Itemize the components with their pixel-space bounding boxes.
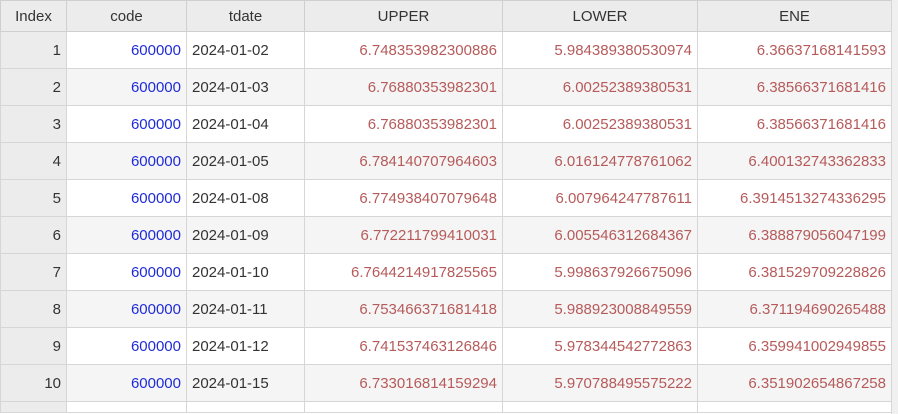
tdate-cell[interactable]: 2024-01-11 xyxy=(186,290,305,328)
row-index-cell: 8 xyxy=(0,290,67,328)
code-cell[interactable]: 600000 xyxy=(66,290,187,328)
table-row[interactable]: 7 600000 2024-01-10 6.7644214917825565 5… xyxy=(0,253,892,291)
lower-cell[interactable]: 5.988923008849559 xyxy=(502,290,698,328)
upper-cell xyxy=(304,401,503,413)
tdate-cell[interactable]: 2024-01-10 xyxy=(186,253,305,291)
tdate-cell[interactable]: 2024-01-04 xyxy=(186,105,305,143)
ene-cell xyxy=(697,401,892,413)
ene-cell[interactable]: 6.3914513274336295 xyxy=(697,179,892,217)
code-cell[interactable]: 600000 xyxy=(66,31,187,69)
tdate-cell[interactable]: 2024-01-02 xyxy=(186,31,305,69)
table-row[interactable]: 4 600000 2024-01-05 6.784140707964603 6.… xyxy=(0,142,892,180)
row-index-cell: 2 xyxy=(0,68,67,106)
upper-cell[interactable]: 6.76880353982301 xyxy=(304,105,503,143)
column-header-upper[interactable]: UPPER xyxy=(304,0,503,32)
upper-cell[interactable]: 6.774938407079648 xyxy=(304,179,503,217)
lower-cell[interactable]: 5.970788495575222 xyxy=(502,364,698,402)
code-cell[interactable]: 600000 xyxy=(66,216,187,254)
table-row[interactable]: 5 600000 2024-01-08 6.774938407079648 6.… xyxy=(0,179,892,217)
upper-cell[interactable]: 6.733016814159294 xyxy=(304,364,503,402)
column-header-index[interactable]: Index xyxy=(0,0,67,32)
table-row-partial xyxy=(0,401,892,413)
ene-cell[interactable]: 6.388879056047199 xyxy=(697,216,892,254)
tdate-cell xyxy=(186,401,305,413)
ene-cell[interactable]: 6.38566371681416 xyxy=(697,68,892,106)
column-header-lower[interactable]: LOWER xyxy=(502,0,698,32)
row-index-cell: 4 xyxy=(0,142,67,180)
lower-cell[interactable]: 6.00252389380531 xyxy=(502,105,698,143)
code-cell[interactable]: 600000 xyxy=(66,253,187,291)
lower-cell[interactable]: 6.005546312684367 xyxy=(502,216,698,254)
table-row[interactable]: 6 600000 2024-01-09 6.772211799410031 6.… xyxy=(0,216,892,254)
table-row[interactable]: 8 600000 2024-01-11 6.753466371681418 5.… xyxy=(0,290,892,328)
lower-cell[interactable]: 6.00252389380531 xyxy=(502,68,698,106)
tdate-cell[interactable]: 2024-01-15 xyxy=(186,364,305,402)
table-row[interactable]: 3 600000 2024-01-04 6.76880353982301 6.0… xyxy=(0,105,892,143)
row-index-cell xyxy=(0,401,67,413)
code-cell[interactable]: 600000 xyxy=(66,327,187,365)
header-row: Index code tdate UPPER LOWER ENE xyxy=(0,0,892,32)
lower-cell[interactable]: 5.978344542772863 xyxy=(502,327,698,365)
row-index-cell: 6 xyxy=(0,216,67,254)
tdate-cell[interactable]: 2024-01-12 xyxy=(186,327,305,365)
row-index-cell: 3 xyxy=(0,105,67,143)
table-row[interactable]: 1 600000 2024-01-02 6.748353982300886 5.… xyxy=(0,31,892,69)
column-header-tdate[interactable]: tdate xyxy=(186,0,305,32)
ene-cell[interactable]: 6.371194690265488 xyxy=(697,290,892,328)
lower-cell[interactable]: 5.984389380530974 xyxy=(502,31,698,69)
ene-cell[interactable]: 6.38566371681416 xyxy=(697,105,892,143)
row-index-cell: 5 xyxy=(0,179,67,217)
ene-cell[interactable]: 6.400132743362833 xyxy=(697,142,892,180)
lower-cell[interactable]: 6.016124778761062 xyxy=(502,142,698,180)
vertical-scrollbar[interactable] xyxy=(891,0,898,414)
column-header-ene[interactable]: ENE xyxy=(697,0,892,32)
tdate-cell[interactable]: 2024-01-09 xyxy=(186,216,305,254)
tdate-cell[interactable]: 2024-01-03 xyxy=(186,68,305,106)
lower-cell xyxy=(502,401,698,413)
code-cell[interactable]: 600000 xyxy=(66,179,187,217)
tdate-cell[interactable]: 2024-01-05 xyxy=(186,142,305,180)
ene-cell[interactable]: 6.381529709228826 xyxy=(697,253,892,291)
upper-cell[interactable]: 6.784140707964603 xyxy=(304,142,503,180)
code-cell[interactable]: 600000 xyxy=(66,142,187,180)
row-index-cell: 7 xyxy=(0,253,67,291)
row-index-cell: 9 xyxy=(0,327,67,365)
ene-cell[interactable]: 6.36637168141593 xyxy=(697,31,892,69)
table-row[interactable]: 9 600000 2024-01-12 6.741537463126846 5.… xyxy=(0,327,892,365)
upper-cell[interactable]: 6.7644214917825565 xyxy=(304,253,503,291)
ene-cell[interactable]: 6.359941002949855 xyxy=(697,327,892,365)
table-row[interactable]: 2 600000 2024-01-03 6.76880353982301 6.0… xyxy=(0,68,892,106)
code-cell[interactable]: 600000 xyxy=(66,68,187,106)
code-cell[interactable]: 600000 xyxy=(66,105,187,143)
upper-cell[interactable]: 6.772211799410031 xyxy=(304,216,503,254)
data-grid: Index code tdate UPPER LOWER ENE 1 60000… xyxy=(0,0,898,414)
row-index-cell: 1 xyxy=(0,31,67,69)
code-cell[interactable]: 600000 xyxy=(66,364,187,402)
column-header-code[interactable]: code xyxy=(66,0,187,32)
lower-cell[interactable]: 5.998637926675096 xyxy=(502,253,698,291)
results-table: Index code tdate UPPER LOWER ENE 1 60000… xyxy=(0,0,892,413)
lower-cell[interactable]: 6.007964247787611 xyxy=(502,179,698,217)
table-row[interactable]: 10 600000 2024-01-15 6.733016814159294 5… xyxy=(0,364,892,402)
row-index-cell: 10 xyxy=(0,364,67,402)
upper-cell[interactable]: 6.76880353982301 xyxy=(304,68,503,106)
ene-cell[interactable]: 6.351902654867258 xyxy=(697,364,892,402)
code-cell xyxy=(66,401,187,413)
upper-cell[interactable]: 6.748353982300886 xyxy=(304,31,503,69)
upper-cell[interactable]: 6.741537463126846 xyxy=(304,327,503,365)
tdate-cell[interactable]: 2024-01-08 xyxy=(186,179,305,217)
upper-cell[interactable]: 6.753466371681418 xyxy=(304,290,503,328)
